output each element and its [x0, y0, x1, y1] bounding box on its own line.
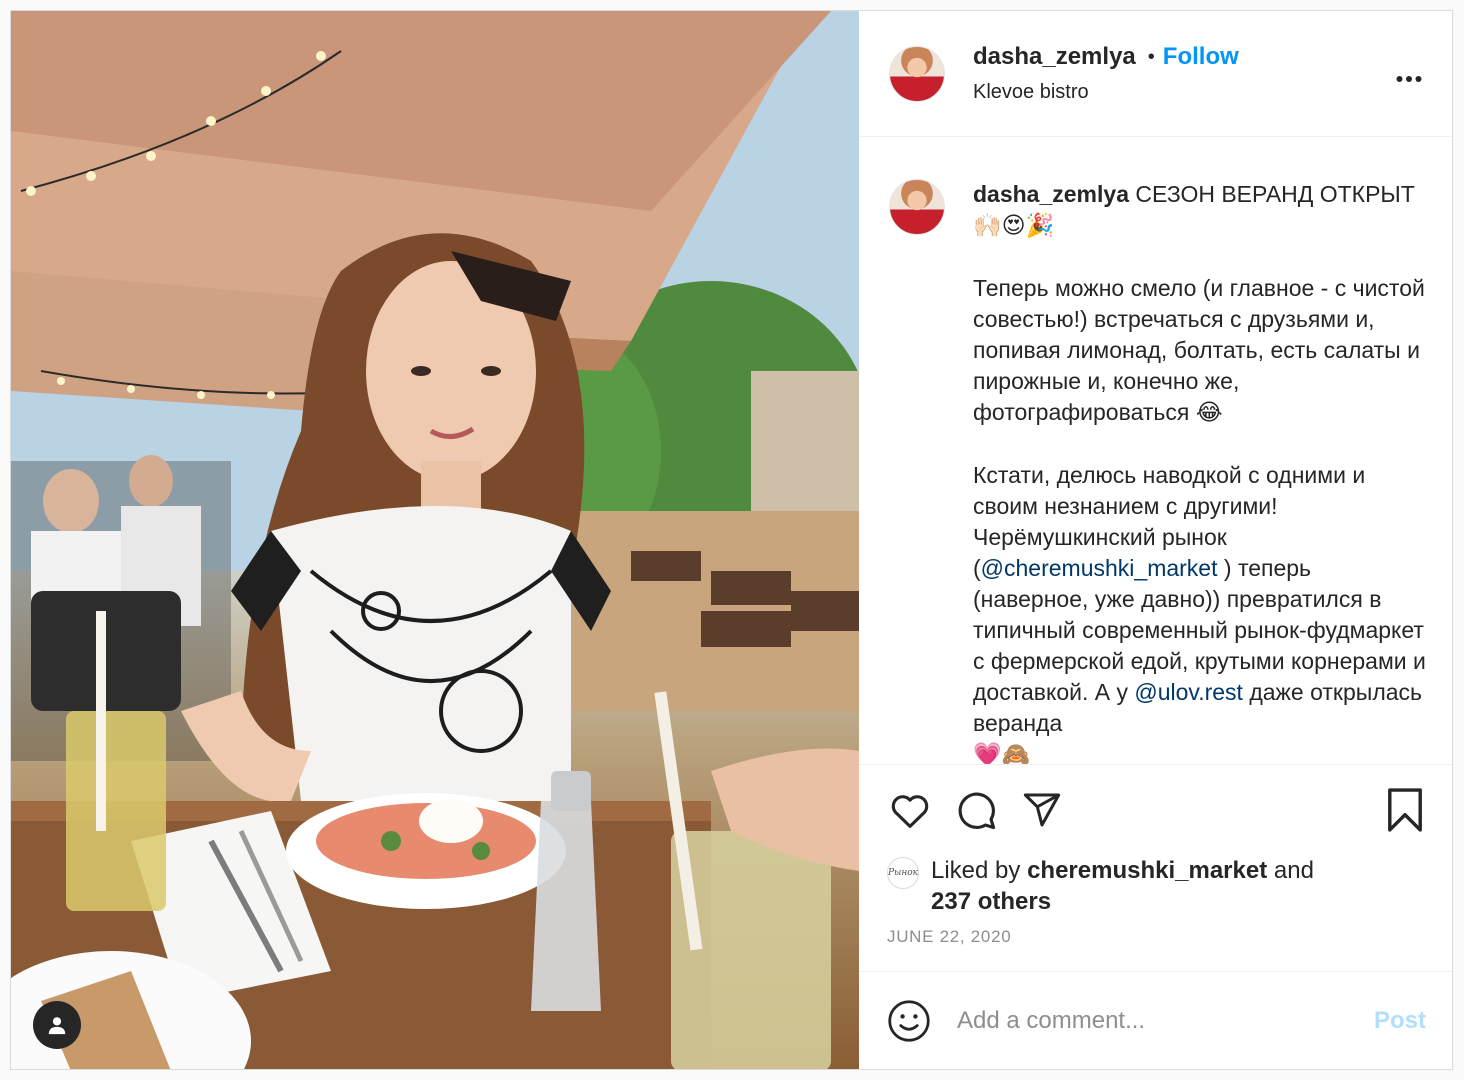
- likes-middle: and: [1267, 857, 1314, 884]
- caption-paragraph-1: dasha_zemlya СЕЗОН ВЕРАНД ОТКРЫТ 🙌🏻😍🎉: [973, 179, 1430, 242]
- comment-button[interactable]: [951, 785, 1001, 835]
- emoji-picker-icon[interactable]: [887, 999, 931, 1043]
- user-tag-icon: [48, 1017, 66, 1035]
- post-caption: dasha_zemlya СЕЗОН ВЕРАНД ОТКРЫТ 🙌🏻😍🎉 Те…: [973, 179, 1430, 764]
- caption-para-3-emojis: 💗🙈: [973, 742, 1031, 765]
- more-icon: [1396, 75, 1422, 82]
- author-avatar[interactable]: [889, 45, 945, 102]
- caption-line-1: СЕЗОН ВЕРАНД ОТКРЫТ: [1128, 181, 1415, 207]
- post-photo[interactable]: [11, 11, 859, 1069]
- post-card: dasha_zemlya • Follow Klevoe bistro dash…: [10, 10, 1453, 1070]
- separator-dot: •: [1147, 45, 1155, 68]
- bookmark-icon: [1388, 788, 1422, 832]
- caption-line-1-emojis: 🙌🏻😍🎉: [973, 213, 1055, 239]
- share-icon: [1023, 793, 1061, 827]
- header-info: dasha_zemlya • Follow Klevoe bistro: [973, 43, 1388, 104]
- comment-icon: [958, 792, 996, 830]
- action-bar: [859, 765, 1452, 855]
- mention-ulov-rest[interactable]: @ulov.rest: [1134, 679, 1243, 705]
- likes-count[interactable]: 237 others: [931, 888, 1051, 915]
- liker-avatar[interactable]: Рынок: [887, 857, 919, 889]
- post-header: dasha_zemlya • Follow Klevoe bistro: [859, 11, 1452, 137]
- caption-para-2-emoji: 😂: [1195, 400, 1223, 426]
- location-link[interactable]: Klevoe bistro: [973, 81, 1388, 104]
- photo-illustration: [11, 11, 859, 1069]
- comments-area[interactable]: dasha_zemlya СЕЗОН ВЕРАНД ОТКРЫТ 🙌🏻😍🎉 Те…: [859, 137, 1452, 765]
- post-date[interactable]: JUNE 22, 2020: [859, 927, 1452, 971]
- share-button[interactable]: [1017, 785, 1067, 835]
- heart-icon: [891, 795, 929, 828]
- caption-paragraph-3: Кстати, делюсь наводкой с одними и своим…: [973, 460, 1430, 765]
- likes-prefix: Liked by: [931, 857, 1028, 884]
- post-comment-button[interactable]: Post: [1374, 1007, 1426, 1035]
- caption-author-avatar[interactable]: [889, 179, 945, 235]
- author-username[interactable]: dasha_zemlya: [973, 43, 1136, 71]
- caption-username[interactable]: dasha_zemlya: [973, 181, 1129, 207]
- liker-username[interactable]: cheremushki_market: [1027, 857, 1267, 884]
- more-options-button[interactable]: [1388, 51, 1430, 97]
- header-row: dasha_zemlya • Follow: [973, 43, 1388, 71]
- comment-input[interactable]: [957, 1006, 1374, 1035]
- mention-cheremushki-market[interactable]: @cheremushki_market: [981, 555, 1218, 581]
- save-button[interactable]: [1380, 785, 1430, 835]
- caption-paragraph-2: Теперь можно смело (и главное - с чистой…: [973, 273, 1430, 429]
- tagged-users-button[interactable]: [33, 1001, 81, 1049]
- add-comment-bar: Post: [859, 971, 1452, 1069]
- likes-text: Liked by cheremushki_market and 237 other…: [931, 855, 1314, 917]
- post-details: dasha_zemlya • Follow Klevoe bistro dash…: [859, 11, 1452, 1069]
- like-button[interactable]: [885, 785, 935, 835]
- likes-summary: Рынок Liked by cheremushki_market and 237…: [859, 855, 1452, 917]
- follow-button[interactable]: Follow: [1163, 43, 1239, 71]
